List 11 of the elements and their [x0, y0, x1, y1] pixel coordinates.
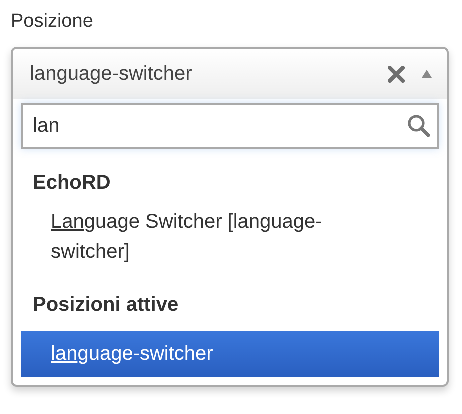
group-heading: Posizioni attive	[32, 293, 180, 318]
selected-value: language-switcher	[30, 62, 194, 86]
group-heading: EchoRD	[32, 171, 112, 196]
clear-icon[interactable]	[388, 66, 405, 82]
search-icon	[407, 114, 431, 138]
caret-icon[interactable]	[421, 69, 433, 79]
select-field[interactable]: language-switcher	[13, 49, 447, 99]
field-label: Posizione	[11, 10, 94, 34]
dropdown-option[interactable]: language-switcher	[21, 331, 439, 377]
dropdown-option[interactable]: Language Switcher [language-switcher]	[13, 197, 447, 271]
search-field[interactable]: lan	[21, 103, 439, 149]
